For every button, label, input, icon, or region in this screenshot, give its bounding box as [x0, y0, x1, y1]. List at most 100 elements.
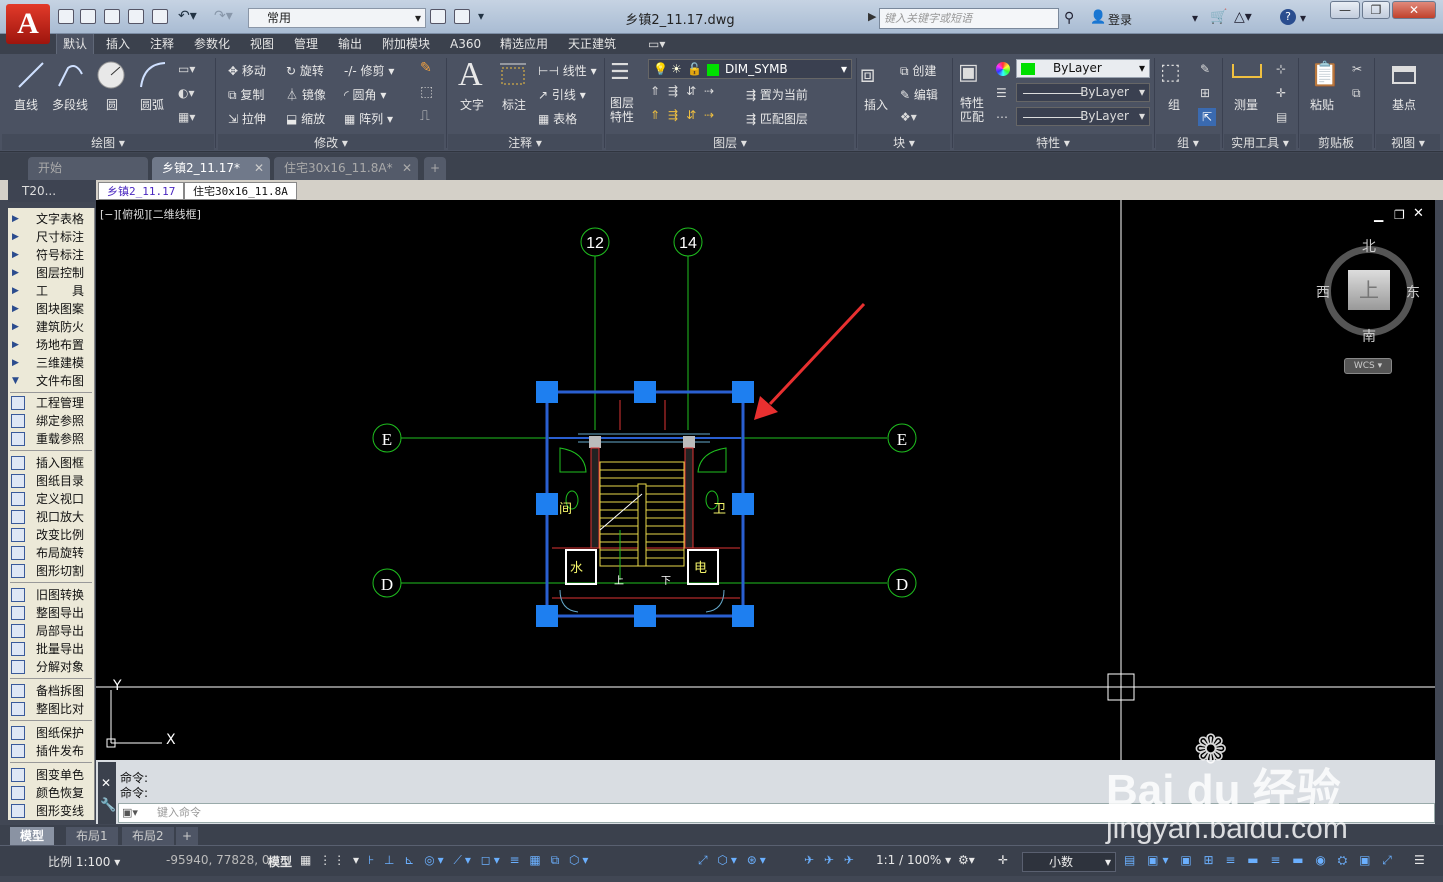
command-grip[interactable]: [98, 762, 116, 824]
sidebar-item[interactable]: ▶ 符号标注: [8, 246, 94, 264]
doc-tab-house[interactable]: 住宅30x16_11.8A* ✕: [274, 157, 418, 180]
sidebar-item[interactable]: 整图比对: [8, 700, 94, 718]
tab-insert[interactable]: 插入: [100, 34, 136, 54]
measure-button[interactable]: 测量: [1234, 96, 1258, 113]
ribbon-toggle-icon[interactable]: ▭▾: [648, 37, 665, 51]
layer-tools-row2[interactable]: ⇑⇶⇵⇢: [650, 108, 722, 122]
match-layer-button[interactable]: ⇶ 匹配图层: [746, 110, 808, 127]
match-properties-button[interactable]: 特性 匹配: [960, 96, 984, 124]
copy-button[interactable]: ⧉ 复制: [228, 86, 264, 103]
sidebar-item[interactable]: ▶ 建筑防火: [8, 318, 94, 336]
sidebar-item[interactable]: 布局旋转: [8, 544, 94, 562]
sidebar-item[interactable]: ▶ 图层控制: [8, 264, 94, 282]
circle-button[interactable]: 圆: [106, 96, 118, 113]
sidebar-item[interactable]: 图纸保护: [8, 724, 94, 742]
region-icon[interactable]: ▦▾: [178, 110, 195, 124]
dimension-button[interactable]: 标注: [502, 96, 526, 113]
viewport-restore-icon[interactable]: ❐: [1394, 208, 1405, 222]
group-select-icon[interactable]: ⇱: [1198, 108, 1216, 126]
sidebar-item[interactable]: ▶ 文字表格: [8, 210, 94, 228]
draw-panel-label[interactable]: 绘图 ▾: [2, 134, 214, 150]
model-space-toggle[interactable]: 模型: [268, 853, 292, 870]
color-dropdown[interactable]: ByLayer ▾: [1016, 59, 1150, 78]
close-button[interactable]: ✕: [1392, 1, 1436, 19]
exchange-icon[interactable]: △▾: [1234, 9, 1252, 25]
viewcube-north[interactable]: 北: [1362, 236, 1376, 256]
ungroup-icon[interactable]: ✎: [1200, 62, 1210, 76]
match-properties-icon[interactable]: ▣: [958, 60, 979, 85]
status-right-icons[interactable]: ▤ ▣▾ ▣ ⊞ ≡ ▬ ≡ ▬ ◉ ⛭ ▣ ⤢: [1124, 853, 1396, 868]
sidebar-item[interactable]: 绑定参照: [8, 412, 94, 430]
tab-output[interactable]: 输出: [332, 34, 368, 54]
mirror-button[interactable]: ⏃ 镜像: [286, 86, 326, 103]
sidebar-item[interactable]: ▶ 三维建模: [8, 354, 94, 372]
stretch-button[interactable]: ⇲ 拉伸: [228, 110, 266, 127]
measure-icon[interactable]: [1232, 64, 1262, 78]
tab-featured[interactable]: 精选应用: [494, 34, 554, 54]
plot-icon[interactable]: [454, 9, 470, 24]
line-button[interactable]: 直线: [14, 96, 38, 113]
modify-panel-label[interactable]: 修改 ▾: [218, 134, 444, 150]
block-panel-label[interactable]: 块 ▾: [858, 134, 950, 150]
sidebar-item[interactable]: 图纸目录: [8, 472, 94, 490]
close-icon[interactable]: ✕: [402, 157, 412, 180]
group-edit-icon[interactable]: ⊞: [1200, 86, 1210, 100]
search-input[interactable]: 键入关键字或短语: [879, 8, 1059, 29]
sidebar-item[interactable]: ▶ 图块图案: [8, 300, 94, 318]
tab-view[interactable]: 视图: [244, 34, 280, 54]
sidebar-item[interactable]: 旧图转换: [8, 586, 94, 604]
doc-tab-active[interactable]: 乡镇2_11.17* ✕: [152, 157, 270, 180]
array-button[interactable]: ▦ 阵列 ▾: [344, 110, 393, 127]
arc-icon[interactable]: [138, 60, 168, 90]
text-button[interactable]: 文字: [460, 96, 484, 113]
layer-properties-icon[interactable]: ☰: [610, 60, 630, 85]
create-block-button[interactable]: ⧉ 创建: [900, 62, 936, 79]
print-icon[interactable]: [152, 9, 168, 24]
command-input[interactable]: 键入命令: [118, 803, 1435, 823]
annotation-panel-label[interactable]: 注释 ▾: [448, 134, 602, 150]
set-current-button[interactable]: ⇶ 置为当前: [746, 86, 808, 103]
tab-manage[interactable]: 管理: [288, 34, 324, 54]
app-logo[interactable]: A: [6, 4, 50, 44]
tab-annotate[interactable]: 注释: [144, 34, 180, 54]
annotation-scale[interactable]: 1:1 / 100% ▾: [876, 853, 951, 867]
viewport-close-icon[interactable]: ✕: [1413, 206, 1424, 221]
drawing-canvas[interactable]: 12 14 E E D D 水 电 间 卫 上 下 Y X ▁ ❐ ✕ 上 北 …: [96, 200, 1435, 760]
wcs-button[interactable]: WCS ▾: [1344, 358, 1392, 374]
insert-block-button[interactable]: 插入: [864, 96, 888, 113]
explode-icon[interactable]: ⬚: [420, 84, 433, 100]
group-button[interactable]: 组: [1168, 96, 1180, 113]
close-icon[interactable]: ✕: [254, 157, 264, 180]
paste-button[interactable]: 粘贴: [1310, 96, 1334, 113]
erase-icon[interactable]: ✎: [420, 60, 432, 76]
viewport-label[interactable]: [−][俯视][二维线框]: [100, 206, 201, 222]
save-as-icon[interactable]: [128, 9, 144, 24]
insert-block-icon[interactable]: ⧈: [860, 60, 875, 88]
tab-parametric[interactable]: 参数化: [188, 34, 236, 54]
layer-dropdown[interactable]: 💡 ☀ 🔓 DIM_SYMB ▾: [648, 59, 852, 79]
search-expand-icon[interactable]: ▶: [868, 10, 876, 23]
linetype-dropdown[interactable]: ByLayer ▾: [1016, 83, 1150, 102]
table-button[interactable]: ▦ 表格: [538, 110, 577, 127]
sub-tab-2[interactable]: 住宅30x16_11.8A: [184, 182, 297, 200]
layer-tools-row1[interactable]: ⇑⇶⇵⇢: [650, 84, 722, 98]
tab-layout1[interactable]: 布局1: [66, 827, 118, 845]
base-view-icon[interactable]: [1392, 66, 1416, 84]
drafting-tools-icons[interactable]: ⊦ ⊥ ⊾ ◎▾ ⟋▾ ◻▾ ≡ ▦ ⧉ ⬡▾: [368, 853, 591, 868]
edit-block-button[interactable]: ✎ 编辑: [900, 86, 938, 103]
fillet-button[interactable]: ◜ 圆角 ▾: [344, 86, 386, 103]
sidebar-item[interactable]: 批量导出: [8, 640, 94, 658]
sidebar-item[interactable]: 插件发布: [8, 742, 94, 760]
sidebar-item[interactable]: 分解对象: [8, 658, 94, 676]
sidebar-item[interactable]: 整图导出: [8, 604, 94, 622]
customize-menu-icon[interactable]: ☰: [1414, 853, 1425, 867]
tab-a360[interactable]: A360: [444, 34, 487, 54]
sidebar-item[interactable]: 定义视口: [8, 490, 94, 508]
line-icon[interactable]: [16, 60, 46, 90]
sidebar-item[interactable]: 插入图框: [8, 454, 94, 472]
qat-menu-icon[interactable]: ▾: [478, 9, 490, 24]
cut-icon[interactable]: ✂: [1352, 62, 1362, 76]
scale-dropdown[interactable]: 比例 1:100 ▾: [48, 853, 120, 870]
sidebar-item[interactable]: ▼ 文件布图: [8, 372, 94, 390]
sidebar-item[interactable]: ▶ 场地布置: [8, 336, 94, 354]
